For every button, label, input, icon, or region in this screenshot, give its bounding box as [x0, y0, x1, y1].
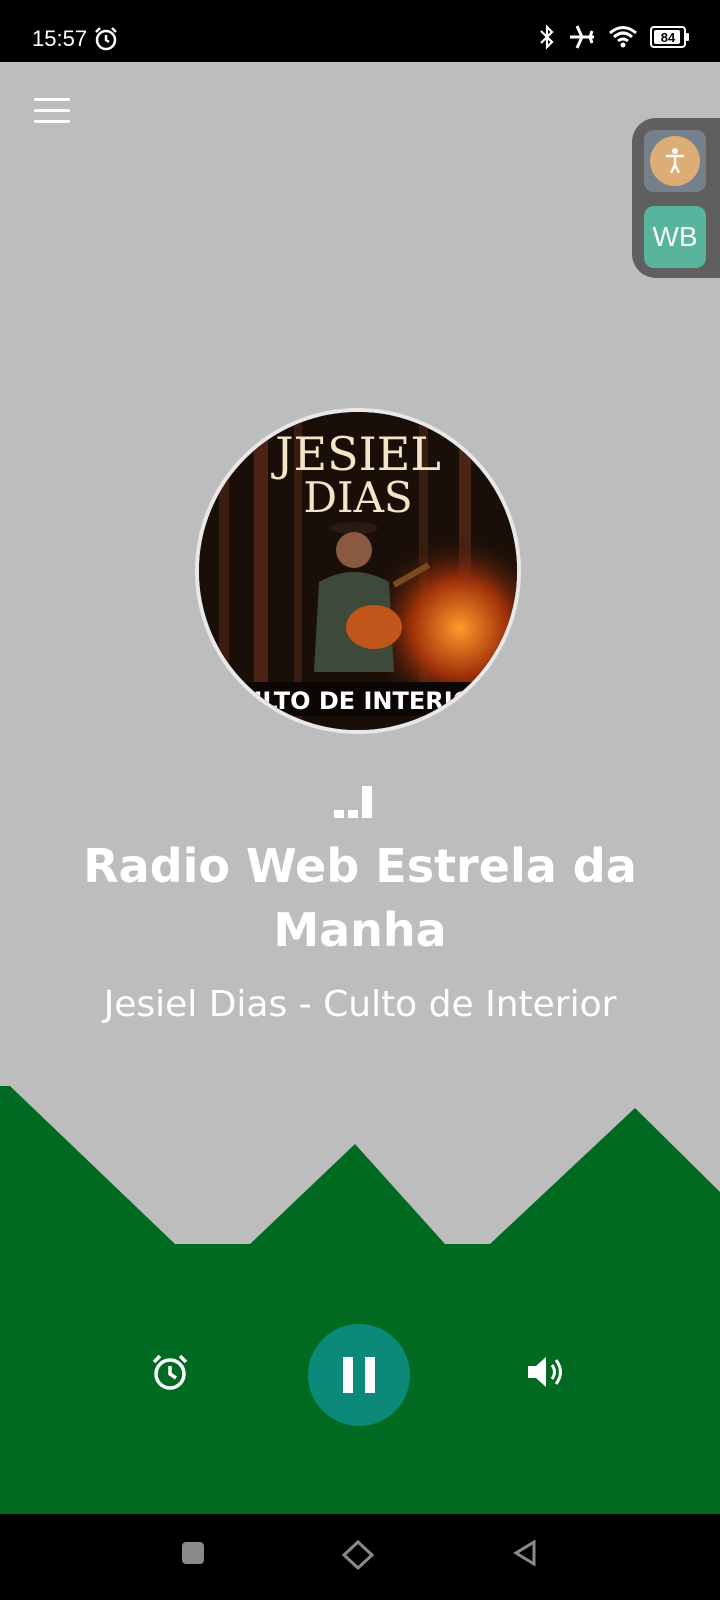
accessibility-button[interactable] [644, 130, 706, 192]
bluetooth-icon [540, 24, 554, 50]
cover-title-bottom: ULTO DE INTERIO [243, 687, 473, 715]
wifi-icon [609, 26, 637, 48]
album-cover: JESIEL DIAS ULTO DE INTERIO [195, 408, 521, 734]
wb-button[interactable]: WB [644, 206, 706, 268]
mountain-background [0, 1086, 720, 1514]
battery-level: 84 [660, 29, 676, 45]
alarm-icon [95, 27, 117, 51]
pause-button[interactable] [308, 1324, 410, 1426]
alarm-button[interactable] [150, 1352, 190, 1392]
player-screen: WB JESIEL DIAS ULTO DE INTERIO Radio Web… [0, 62, 720, 1514]
status-time: 15:57 [32, 26, 88, 51]
system-nav-bar [0, 1514, 720, 1600]
airplane-icon [570, 25, 594, 49]
cover-title-middle: DIAS [303, 473, 412, 522]
recents-icon[interactable] [180, 1540, 206, 1566]
volume-button[interactable] [524, 1352, 568, 1392]
equalizer-indicator [334, 784, 372, 818]
player-controls [0, 1320, 720, 1430]
side-widget: WB [632, 118, 720, 278]
accessibility-icon [650, 136, 700, 186]
status-icons: 84 [538, 24, 689, 50]
now-playing: Jesiel Dias - Culto de Interior [103, 984, 617, 1025]
status-bar: 15:57 84 [0, 0, 720, 62]
station-name: Radio Web Estrela da Manha [83, 839, 637, 957]
battery-icon: 84 [650, 26, 689, 48]
home-icon[interactable] [342, 1540, 374, 1570]
pause-icon [343, 1357, 375, 1393]
back-icon[interactable] [512, 1540, 538, 1566]
menu-icon[interactable] [34, 98, 70, 126]
